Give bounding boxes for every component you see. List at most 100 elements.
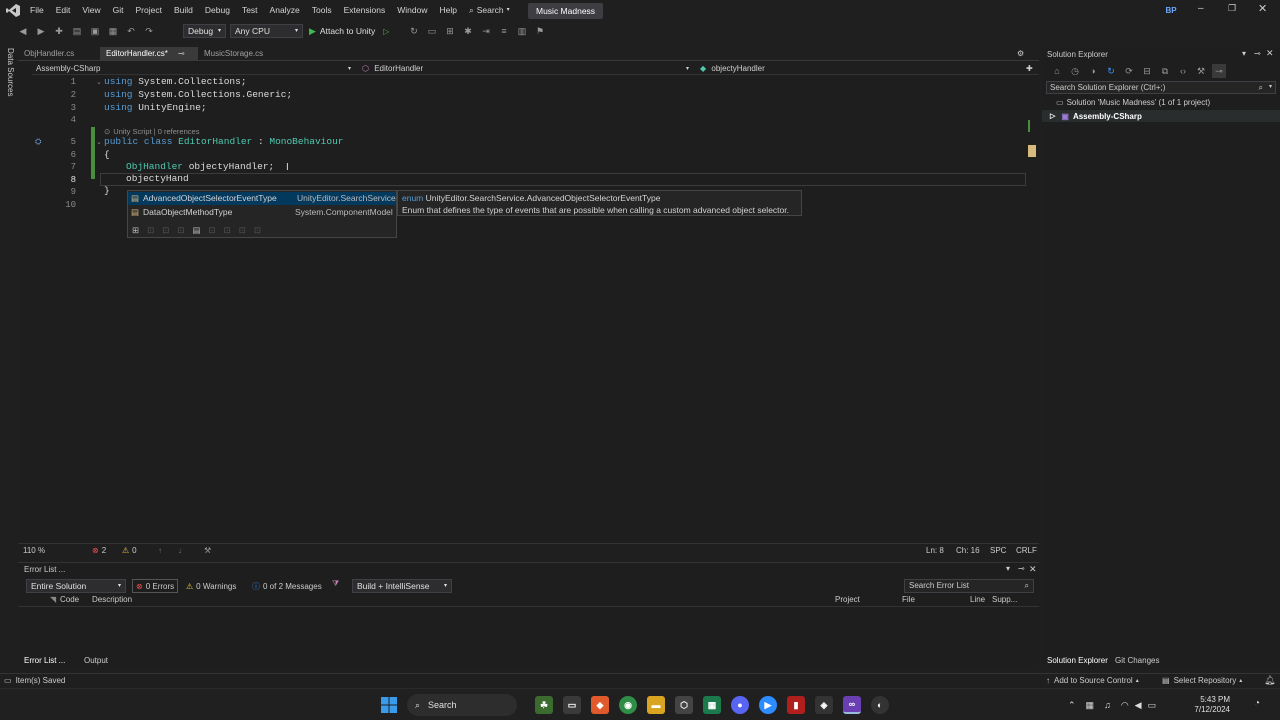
close-window-icon[interactable]: ✕ <box>1258 2 1270 15</box>
comment-icon[interactable]: ▥ <box>515 24 529 38</box>
widgets-icon[interactable]: ☘ <box>535 696 553 714</box>
store-icon[interactable]: ▦ <box>703 696 721 714</box>
error-count[interactable]: ⊗ 2 <box>92 546 106 555</box>
filter-enum-icon[interactable]: ▤ <box>193 225 201 236</box>
split-view-icon[interactable]: ✚ <box>1026 63 1036 75</box>
user-avatar[interactable]: BP <box>1163 4 1179 17</box>
tab-editorhandler[interactable]: EditorHandler.cs* ⊸ ✕ <box>100 47 198 72</box>
microphone-icon[interactable]: ♫ <box>1104 700 1111 710</box>
code-cleanup-icon[interactable]: ⚒ <box>204 546 211 555</box>
filter-class-icon[interactable]: ⊡ <box>147 225 154 236</box>
menu-analyze[interactable]: Analyze <box>264 0 306 21</box>
notification-center-icon[interactable]: ◔ <box>1254 698 1260 709</box>
code-line-1[interactable]: using System.Collections; <box>104 76 247 87</box>
column-project[interactable]: Project <box>835 595 860 604</box>
zoom-level[interactable]: 110 % <box>23 546 45 555</box>
nav-project-dropdown[interactable]: Assembly-CSharp <box>36 63 356 75</box>
back-nav-icon[interactable]: ◀ <box>16 24 30 38</box>
battery-icon[interactable]: ▭ <box>1148 700 1157 711</box>
app-red-icon[interactable]: ▮ <box>787 696 805 714</box>
restore-icon[interactable]: ❐ <box>1228 3 1240 14</box>
filter-delegate-icon[interactable]: ⊡ <box>224 225 231 236</box>
filter-snippet-icon[interactable]: ⊡ <box>254 225 261 236</box>
platform-select[interactable]: Any CPU ▾ <box>230 24 303 38</box>
pending-changes-icon[interactable]: ◑ <box>1086 64 1100 78</box>
menu-edit[interactable]: Edit <box>50 0 77 21</box>
filter-interface-icon[interactable]: ⊡ <box>209 225 216 236</box>
properties-icon[interactable]: ⚒ <box>1194 64 1208 78</box>
close-icon[interactable]: ✕ <box>1029 564 1037 575</box>
code-line-6[interactable]: { <box>104 149 110 160</box>
tray-overflow-icon[interactable]: ⌃ <box>1068 700 1076 711</box>
next-issue-icon[interactable]: ↓ <box>178 546 182 555</box>
prev-issue-icon[interactable]: ↑ <box>158 546 162 555</box>
new-item-icon[interactable]: ✚ <box>52 24 66 38</box>
tab-musicstorage[interactable]: MusicStorage.cs <box>198 47 288 61</box>
debug-icon[interactable]: ✱ <box>461 24 475 38</box>
menu-tools[interactable]: Tools <box>306 0 338 21</box>
menu-help[interactable]: Help <box>433 0 462 21</box>
select-repository-button[interactable]: ▤ Select Repository ▴ <box>1162 676 1242 685</box>
chevron-down-icon[interactable]: ▾ <box>686 63 696 75</box>
copy-icon[interactable]: ⧉ <box>1158 64 1172 78</box>
file-explorer-icon[interactable]: ▬ <box>647 696 665 714</box>
notifications-icon[interactable]: 🔔︎ <box>1264 675 1275 686</box>
tab-error-list[interactable]: Error List ... <box>24 656 65 665</box>
menu-build[interactable]: Build <box>168 0 199 21</box>
project-node[interactable]: ▷ ▣ Assembly-CSharp <box>1042 110 1280 122</box>
bookmark-icon[interactable]: ⚑ <box>533 24 547 38</box>
attach-to-unity-button[interactable]: ▶ Attach to Unity ▷ <box>309 24 389 38</box>
add-to-source-control-button[interactable]: ↑ Add to Source Control ▴ <box>1046 676 1139 685</box>
pin-icon[interactable]: ⊸ <box>178 49 185 58</box>
forward-nav-icon[interactable]: ▶ <box>34 24 48 38</box>
completion-item[interactable]: ▤ DataObjectMethodType System.ComponentM… <box>128 206 396 219</box>
menu-project[interactable]: Project <box>130 0 168 21</box>
code-line-7[interactable]: ObjHandler objectyHandler; <box>126 161 274 172</box>
chevron-down-icon[interactable]: ▾ <box>348 63 358 75</box>
hot-reload-icon[interactable]: ↻ <box>407 24 421 38</box>
minimize-icon[interactable]: – <box>1198 3 1210 14</box>
nav-class-dropdown[interactable]: ⬡ EditorHandler <box>362 63 682 75</box>
menu-view[interactable]: View <box>76 0 106 21</box>
warnings-filter-button[interactable]: ⚠ 0 Warnings <box>186 579 236 593</box>
panel-menu-icon[interactable]: ▾ <box>1006 564 1010 573</box>
tab-output[interactable]: Output <box>84 656 108 665</box>
menu-window[interactable]: Window <box>391 0 433 21</box>
github-desktop-icon[interactable]: ◐ <box>871 696 889 714</box>
screenshot-icon[interactable]: ▭ <box>425 24 439 38</box>
code-line-3[interactable]: using UnityEngine; <box>104 102 207 113</box>
menu-extensions[interactable]: Extensions <box>338 0 392 21</box>
code-line-5[interactable]: public class EditorHandler : MonoBehavio… <box>104 136 344 147</box>
code-line-8[interactable]: objectyHand <box>126 173 189 184</box>
error-scope-select[interactable]: Entire Solution ▾ <box>26 579 126 593</box>
undo-icon[interactable]: ↶ <box>124 24 138 38</box>
home-icon[interactable]: ⌂ <box>1050 64 1064 78</box>
visual-studio-taskbar-icon[interactable]: ∞ <box>843 696 861 714</box>
collapse-all-icon[interactable]: ⊟ <box>1140 64 1154 78</box>
tab-git-changes[interactable]: Git Changes <box>1115 656 1159 665</box>
filter-keyword-icon[interactable]: ⊡ <box>239 225 246 236</box>
filter-namespace-icon[interactable]: ⊡ <box>177 225 184 236</box>
redo-icon[interactable]: ↷ <box>142 24 156 38</box>
config-select[interactable]: Debug ▾ <box>183 24 226 38</box>
menu-test[interactable]: Test <box>236 0 264 21</box>
editor-scrollbar[interactable] <box>1027 75 1037 543</box>
tab-solution-explorer[interactable]: Solution Explorer <box>1047 656 1108 665</box>
menu-debug[interactable]: Debug <box>199 0 236 21</box>
tray-app-icon[interactable]: ▦ <box>1086 700 1095 711</box>
code-line-2[interactable]: using System.Collections.Generic; <box>104 89 292 100</box>
code-view-icon[interactable]: ‹› <box>1176 64 1190 78</box>
codelens-hint[interactable]: ⊙ Unity Script | 0 references <box>104 127 199 136</box>
volume-icon[interactable]: ◀ <box>1135 700 1142 711</box>
column-line[interactable]: Line <box>970 595 985 604</box>
column-description[interactable]: Description <box>92 595 132 604</box>
menu-git[interactable]: Git <box>107 0 130 21</box>
layout-icon[interactable]: ⊞ <box>443 24 457 38</box>
collapse-toggle-icon[interactable]: ⌄ <box>96 138 102 146</box>
brave-browser-icon[interactable]: ◆ <box>591 696 609 714</box>
zoom-icon[interactable]: ▶ <box>759 696 777 714</box>
save-icon[interactable]: ▣ <box>88 24 102 38</box>
warning-count[interactable]: ⚠ 0 <box>122 546 137 555</box>
switch-views-icon[interactable]: ◷ <box>1068 64 1082 78</box>
menu-file[interactable]: File <box>24 0 50 21</box>
